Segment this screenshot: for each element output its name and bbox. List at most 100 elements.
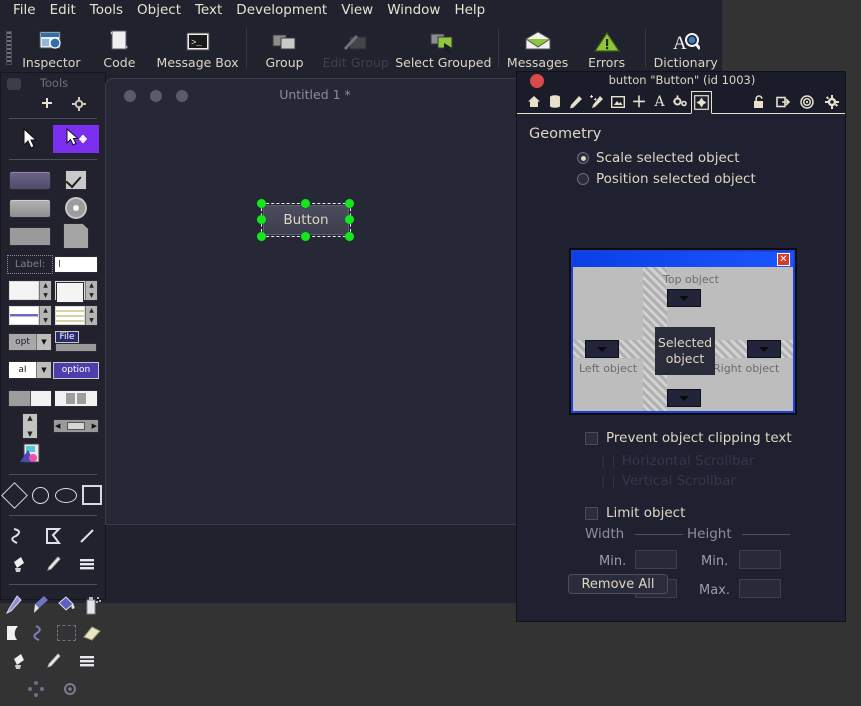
tool-pencil[interactable] <box>1 591 27 619</box>
menu-text[interactable]: Text <box>188 0 229 21</box>
tool-irregular-polygon[interactable] <box>36 522 70 550</box>
tool-rectangle-button[interactable] <box>7 222 53 250</box>
tool-pointer[interactable] <box>7 125 53 153</box>
gear-icon[interactable] <box>72 96 86 115</box>
tool-stamp[interactable] <box>2 647 36 675</box>
tool-eraser[interactable] <box>79 619 105 647</box>
menu-object[interactable]: Object <box>130 0 188 21</box>
bottom-object-dropdown[interactable] <box>667 389 701 407</box>
tool-scrolling-field[interactable]: ▲ ▼ <box>7 278 53 303</box>
inspector-titlebar[interactable]: button "Button" (id 1003) <box>517 72 845 90</box>
width-min-input[interactable] <box>635 550 677 569</box>
tab-icons[interactable] <box>607 91 628 113</box>
tool-round-rect-shape[interactable] <box>53 481 79 509</box>
tool-paint-bucket[interactable] <box>53 591 79 619</box>
tool-radio-button[interactable] <box>53 194 99 222</box>
toolbar-button-dictionary[interactable]: A Dictionary <box>649 23 722 73</box>
resize-handle-nw[interactable] <box>257 199 266 208</box>
radio-position-selected-object[interactable]: Position selected object <box>577 171 756 187</box>
tool-panel-split[interactable] <box>53 384 99 412</box>
tool-popup-menu[interactable]: option <box>53 356 99 384</box>
menu-view[interactable]: View <box>334 0 380 21</box>
resize-handle-e[interactable] <box>345 215 354 224</box>
remove-all-button[interactable]: Remove All <box>568 574 668 594</box>
tool-oval-shape[interactable] <box>27 481 53 509</box>
tool-spray-can[interactable] <box>79 591 105 619</box>
toolbar-button-code[interactable]: Code <box>85 23 153 73</box>
tool-move-pointer[interactable] <box>53 125 99 153</box>
resize-handle-n[interactable] <box>301 199 310 208</box>
tool-bucket[interactable] <box>2 550 36 578</box>
card-canvas[interactable]: Button <box>106 113 522 524</box>
toolbar-button-inspector[interactable]: Inspector <box>17 23 85 73</box>
tool-scatter[interactable] <box>19 675 53 703</box>
top-object-dropdown[interactable] <box>667 289 701 307</box>
menu-file[interactable]: File <box>6 0 43 21</box>
tool-horizontal-scrollbar[interactable]: ◀ ▶ <box>53 412 99 440</box>
tool-curve[interactable] <box>2 522 36 550</box>
tab-basic[interactable] <box>523 91 544 113</box>
toolbar-drag-grip[interactable] <box>6 31 13 65</box>
tool-selection-rect[interactable] <box>53 619 79 647</box>
tool-image[interactable] <box>7 440 53 468</box>
toolbar-button-group[interactable]: Group <box>251 23 319 73</box>
tool-tab-button[interactable]: File <box>53 328 99 356</box>
tool-freehand[interactable] <box>27 619 53 647</box>
tool-data-grid[interactable]: ▲ ▼ <box>53 278 99 303</box>
tool-splitter[interactable] <box>7 384 53 412</box>
menu-tools[interactable]: Tools <box>83 0 130 21</box>
checkbox-limit-object[interactable]: Limit object <box>585 505 685 521</box>
selected-object-block[interactable]: Selected object <box>655 327 715 375</box>
tool-line-brush[interactable] <box>36 647 70 675</box>
tab-pencil[interactable] <box>565 91 586 113</box>
tool-tab-panel[interactable] <box>53 222 99 250</box>
tool-table-field[interactable]: ▲ ▼ <box>53 303 99 328</box>
add-tool-icon[interactable] <box>40 96 54 115</box>
tool-lasso[interactable] <box>1 619 27 647</box>
tool-entry-field[interactable]: I <box>53 250 99 278</box>
settings-gear-icon[interactable] <box>819 91 845 113</box>
resize-handle-w[interactable] <box>257 215 266 224</box>
tab-text[interactable]: A <box>649 91 670 113</box>
left-object-dropdown[interactable] <box>585 340 619 358</box>
tool-square-shape[interactable] <box>79 481 105 509</box>
checkbox-prevent-object-clipping-text[interactable]: Prevent object clipping text <box>585 430 792 446</box>
card-titlebar[interactable]: Untitled 1 * <box>106 79 522 114</box>
tool-text-block[interactable] <box>70 647 104 675</box>
tab-effects[interactable] <box>586 91 607 113</box>
tab-position[interactable] <box>628 91 649 113</box>
tool-vertical-scrollbar[interactable]: ▲ ▼ <box>7 412 53 440</box>
tool-line[interactable] <box>70 522 104 550</box>
tool-paintbrush[interactable] <box>27 591 53 619</box>
tab-custom[interactable] <box>670 91 691 113</box>
toolbar-button-message-box[interactable]: >_ Message Box <box>153 23 241 73</box>
tool-list-field[interactable]: ▲ ▼ <box>7 303 53 328</box>
menu-window[interactable]: Window <box>380 0 447 21</box>
share-icon[interactable] <box>771 91 795 113</box>
resize-handle-sw[interactable] <box>257 232 266 241</box>
tab-geometry[interactable] <box>691 91 712 114</box>
menu-help[interactable]: Help <box>447 0 492 21</box>
tab-contents[interactable] <box>544 91 565 113</box>
resize-handle-s[interactable] <box>301 232 310 241</box>
tool-brush[interactable] <box>36 550 70 578</box>
height-min-input[interactable] <box>739 550 781 569</box>
radio-scale-selected-object[interactable]: Scale selected object <box>577 150 740 166</box>
resize-handle-se[interactable] <box>345 232 354 241</box>
right-object-dropdown[interactable] <box>747 340 781 358</box>
toolbar-button-messages[interactable]: Messages <box>503 23 573 73</box>
tool-text-lines[interactable] <box>70 550 104 578</box>
toolbar-button-errors[interactable]: Errors <box>573 23 641 73</box>
toolbar-button-select-grouped[interactable]: Select Grouped <box>393 23 494 73</box>
tool-combo-box[interactable]: a I ▼ <box>7 356 53 384</box>
tool-option-menu[interactable]: opt ▼ <box>7 328 53 356</box>
tool-rounded-button[interactable] <box>7 194 53 222</box>
tool-label-field[interactable]: Label: <box>7 250 53 278</box>
close-icon[interactable]: ✕ <box>777 253 790 266</box>
menu-edit[interactable]: Edit <box>43 0 83 21</box>
geometry-relationship-widget[interactable]: ✕ Top object Left object Right object Bo… <box>569 248 797 415</box>
lock-icon[interactable] <box>747 91 771 113</box>
tool-push-button[interactable] <box>7 166 53 194</box>
tool-checkbox[interactable] <box>53 166 99 194</box>
menu-development[interactable]: Development <box>229 0 334 21</box>
